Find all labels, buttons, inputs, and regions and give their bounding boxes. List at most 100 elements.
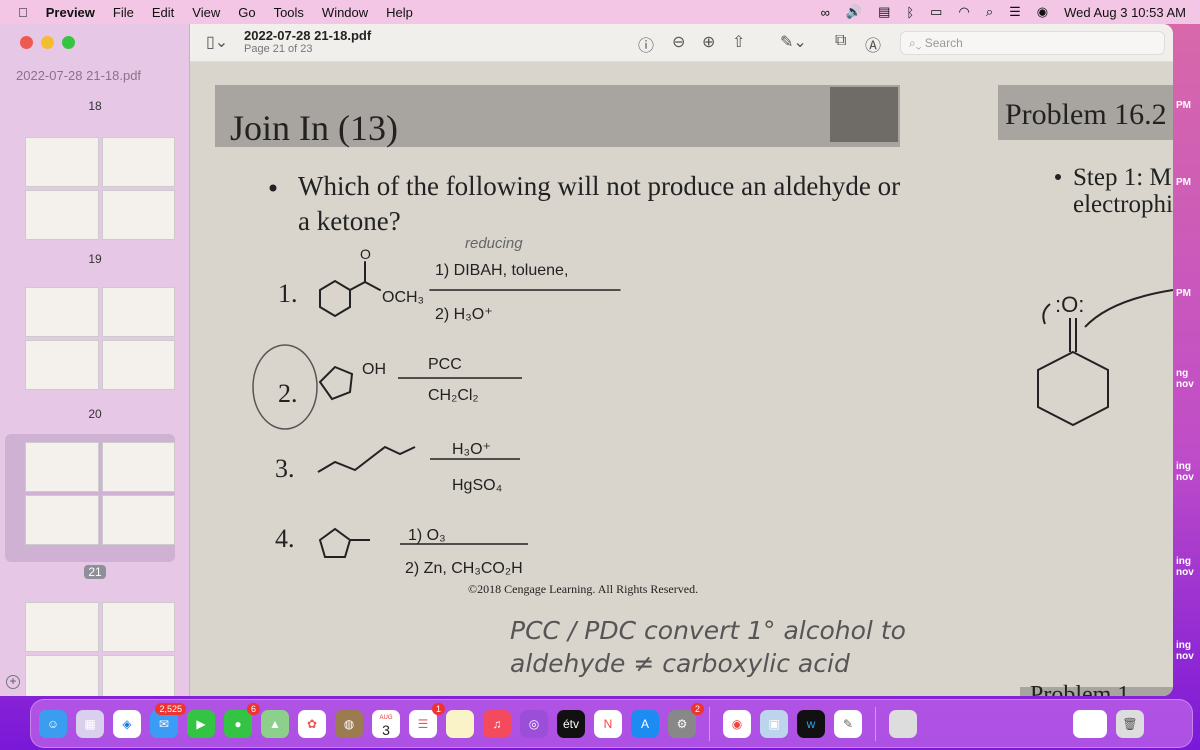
safari-icon[interactable]: ◈ <box>113 709 141 738</box>
app-store-icon[interactable]: A <box>631 709 659 738</box>
desktop-label[interactable]: ing nov <box>1176 640 1194 662</box>
notes-icon[interactable] <box>446 709 474 738</box>
menu-preview[interactable]: Preview <box>46 5 95 20</box>
wifi-icon[interactable]: ◠ <box>958 4 969 20</box>
recent-files-icon[interactable] <box>975 710 1015 738</box>
menu-tools[interactable]: Tools <box>274 5 304 20</box>
settings-badge: 2 <box>690 702 704 715</box>
clock[interactable]: Wed Aug 3 10:53 AM <box>1064 5 1186 20</box>
page-indicator: Page 21 of 23 <box>244 43 313 55</box>
volume-icon[interactable]: 🔊 <box>846 4 862 20</box>
spotlight-icon[interactable]: ⌕ <box>986 4 993 20</box>
sidebar-toggle-icon[interactable]: ▯⌄ <box>206 32 228 52</box>
rose-image <box>830 87 898 142</box>
flag-input-icon[interactable]: ▤ <box>878 4 890 20</box>
item-number: 2. <box>278 379 298 408</box>
creative-cloud-icon[interactable]: ∞ <box>821 5 830 20</box>
trash-icon[interactable]: 🗑 <box>1116 709 1144 738</box>
menu-file[interactable]: File <box>113 5 134 20</box>
menu-edit[interactable]: Edit <box>152 5 174 20</box>
photos-icon[interactable]: ✿ <box>298 709 326 738</box>
copyright: ©2018 Cengage Learning. All Rights Reser… <box>468 582 698 596</box>
zoom-in-icon[interactable]: ⊕ <box>702 32 715 52</box>
reminders-badge: 1 <box>431 702 445 715</box>
zoom-out-icon[interactable]: ⊖ <box>672 32 685 52</box>
zoom-button[interactable] <box>62 36 75 49</box>
battery-icon[interactable]: ▭ <box>930 4 942 20</box>
preview-icon[interactable]: ▣ <box>760 709 788 738</box>
desktop-label[interactable]: PM <box>1176 177 1191 188</box>
document-title: 2022-07-28 21-18.pdf <box>244 28 372 43</box>
system-preferences-icon[interactable]: ⚙ 2 <box>668 702 704 738</box>
preview-window: 2022-07-28 21-18.pdf 18 19 20 21 + ▯⌄ 20… <box>0 24 1173 696</box>
bottom-slide-title: Problem 1 <box>1030 682 1129 696</box>
close-button[interactable] <box>20 36 33 49</box>
facetime-icon[interactable]: ▶ <box>187 709 215 738</box>
group-label: OCH₃ <box>382 289 424 306</box>
chrome-icon[interactable]: ◉ <box>723 709 751 738</box>
thumbnail-page-19[interactable] <box>25 287 175 390</box>
contacts-icon[interactable]: ◍ <box>335 709 363 738</box>
thumbnail-page-18[interactable] <box>25 137 175 240</box>
downloads-stack-icon[interactable] <box>1073 709 1107 738</box>
reagent-above: 1) DIBAH, toluene, <box>435 262 568 279</box>
messages-icon[interactable]: ● 6 <box>224 702 260 738</box>
thumbnail-page-21[interactable] <box>25 602 175 696</box>
messages-badge: 6 <box>246 702 260 715</box>
desktop-label[interactable]: PM <box>1176 100 1191 111</box>
recent-files-icon[interactable] <box>1024 710 1064 738</box>
info-icon[interactable]: ⓘ <box>638 32 654 56</box>
desktop-label[interactable]: ing nov <box>1176 556 1194 578</box>
handwritten-line-1: PCC / PDC convert 1° alcohol to <box>510 616 906 645</box>
next-step-line-2: electrophi <box>1073 191 1173 218</box>
music-icon[interactable]: ♫ <box>483 709 511 738</box>
siri-icon[interactable]: ◉ <box>1037 4 1048 20</box>
mail-icon[interactable]: ✉ 2,525 <box>150 702 186 738</box>
finder-icon[interactable]: ☺ <box>39 709 67 738</box>
calendar-icon[interactable]: AUG 3 <box>372 709 400 738</box>
svg-text:O: O <box>360 246 371 262</box>
highlight-pen-icon[interactable]: ✎⌄ <box>780 32 807 52</box>
add-page-icon[interactable]: + <box>6 675 20 689</box>
sidebar-doc-name: 2022-07-28 21-18.pdf <box>16 68 142 83</box>
thumbnail-page-20[interactable] <box>25 442 175 545</box>
document-stack-icon[interactable] <box>889 709 917 738</box>
markup-icon[interactable]: Ⓐ <box>865 32 881 56</box>
textedit-icon[interactable]: ✎ <box>834 709 862 738</box>
maps-icon[interactable]: ▲ <box>261 709 289 738</box>
bluetooth-icon[interactable]: ᛒ <box>906 5 914 20</box>
menu-bar:  Preview File Edit View Go Tools Window… <box>0 0 1200 24</box>
podcasts-icon[interactable]: ◎ <box>520 709 548 738</box>
apple-tv-icon[interactable]: étv <box>557 709 585 738</box>
sidebar: 2022-07-28 21-18.pdf 18 19 20 21 + <box>0 24 190 696</box>
reminders-icon[interactable]: ☰ 1 <box>409 702 445 738</box>
minimize-button[interactable] <box>41 36 54 49</box>
control-center-icon[interactable]: ☰ <box>1009 4 1021 20</box>
webex-icon[interactable]: w <box>797 709 825 738</box>
apple-icon[interactable]:  <box>18 5 28 20</box>
dock: ☺ ▦ ◈ ✉ 2,525 ▶ ● 6 ▲ ✿ ◍ AUG 3 ☰ 1 ♫ ◎ étv … <box>30 699 1193 748</box>
menu-view[interactable]: View <box>192 5 220 20</box>
reagent-below: HgSO₄ <box>452 477 502 494</box>
next-step-line-1: Step 1: M <box>1073 164 1172 191</box>
recent-files-icon[interactable] <box>926 710 966 738</box>
menu-window[interactable]: Window <box>322 5 368 20</box>
desktop-label[interactable]: ng nov <box>1176 368 1194 390</box>
dock-separator <box>875 706 876 741</box>
menu-help[interactable]: Help <box>386 5 413 20</box>
menu-go[interactable]: Go <box>238 5 255 20</box>
question-line-1: Which of the following will not produce … <box>298 171 900 201</box>
rotate-icon[interactable]: ⧉ <box>835 32 846 50</box>
desktop-label[interactable]: ing nov <box>1176 461 1194 483</box>
share-icon[interactable]: ⇧ <box>732 32 745 52</box>
document-page: Join In (13) Problem 16.2 Which of the f… <box>190 62 1173 696</box>
desktop-file-labels: PM PM PM ng nov ing nov ing nov ing nov <box>1174 0 1200 700</box>
news-icon[interactable]: N <box>594 709 622 738</box>
item-number: 1. <box>278 279 298 308</box>
toolbar: ▯⌄ 2022-07-28 21-18.pdf Page 21 of 23 ⓘ … <box>190 24 1173 62</box>
search-input[interactable]: ⌕⌄ Search <box>900 31 1165 55</box>
launchpad-icon[interactable]: ▦ <box>76 709 104 738</box>
reagent-above: H₃O⁺ <box>452 441 491 458</box>
desktop-label[interactable]: PM <box>1176 288 1191 299</box>
page-number-current: 21 <box>84 565 106 579</box>
